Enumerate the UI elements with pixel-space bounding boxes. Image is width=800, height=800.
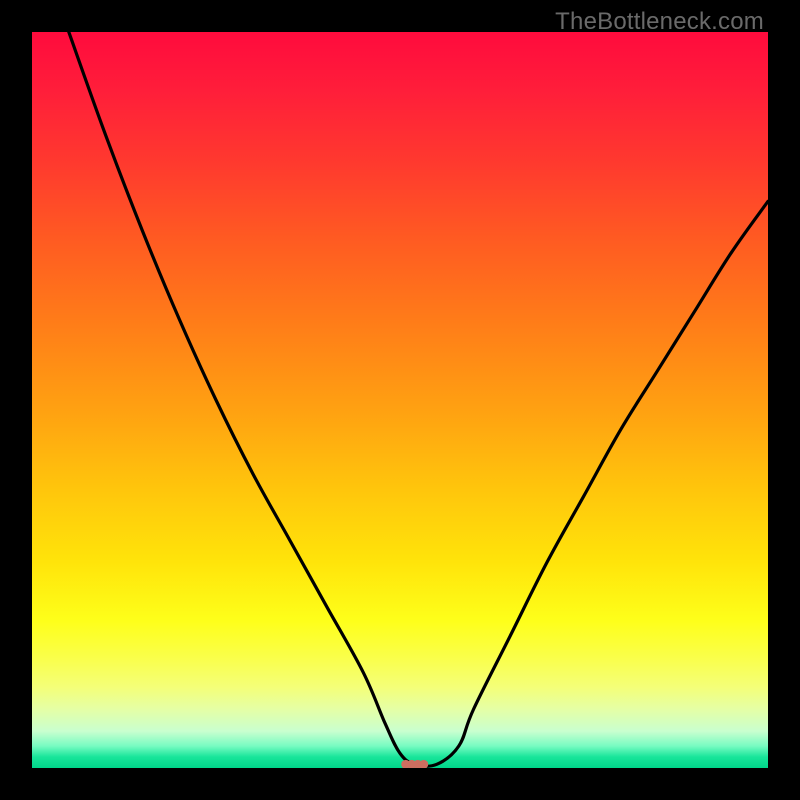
- valley-marker: [401, 760, 428, 768]
- plot-area: [32, 32, 768, 768]
- chart-frame: TheBottleneck.com: [0, 0, 800, 800]
- bottleneck-curve: [32, 32, 768, 768]
- watermark-text: TheBottleneck.com: [555, 8, 764, 36]
- curve-path: [69, 32, 768, 766]
